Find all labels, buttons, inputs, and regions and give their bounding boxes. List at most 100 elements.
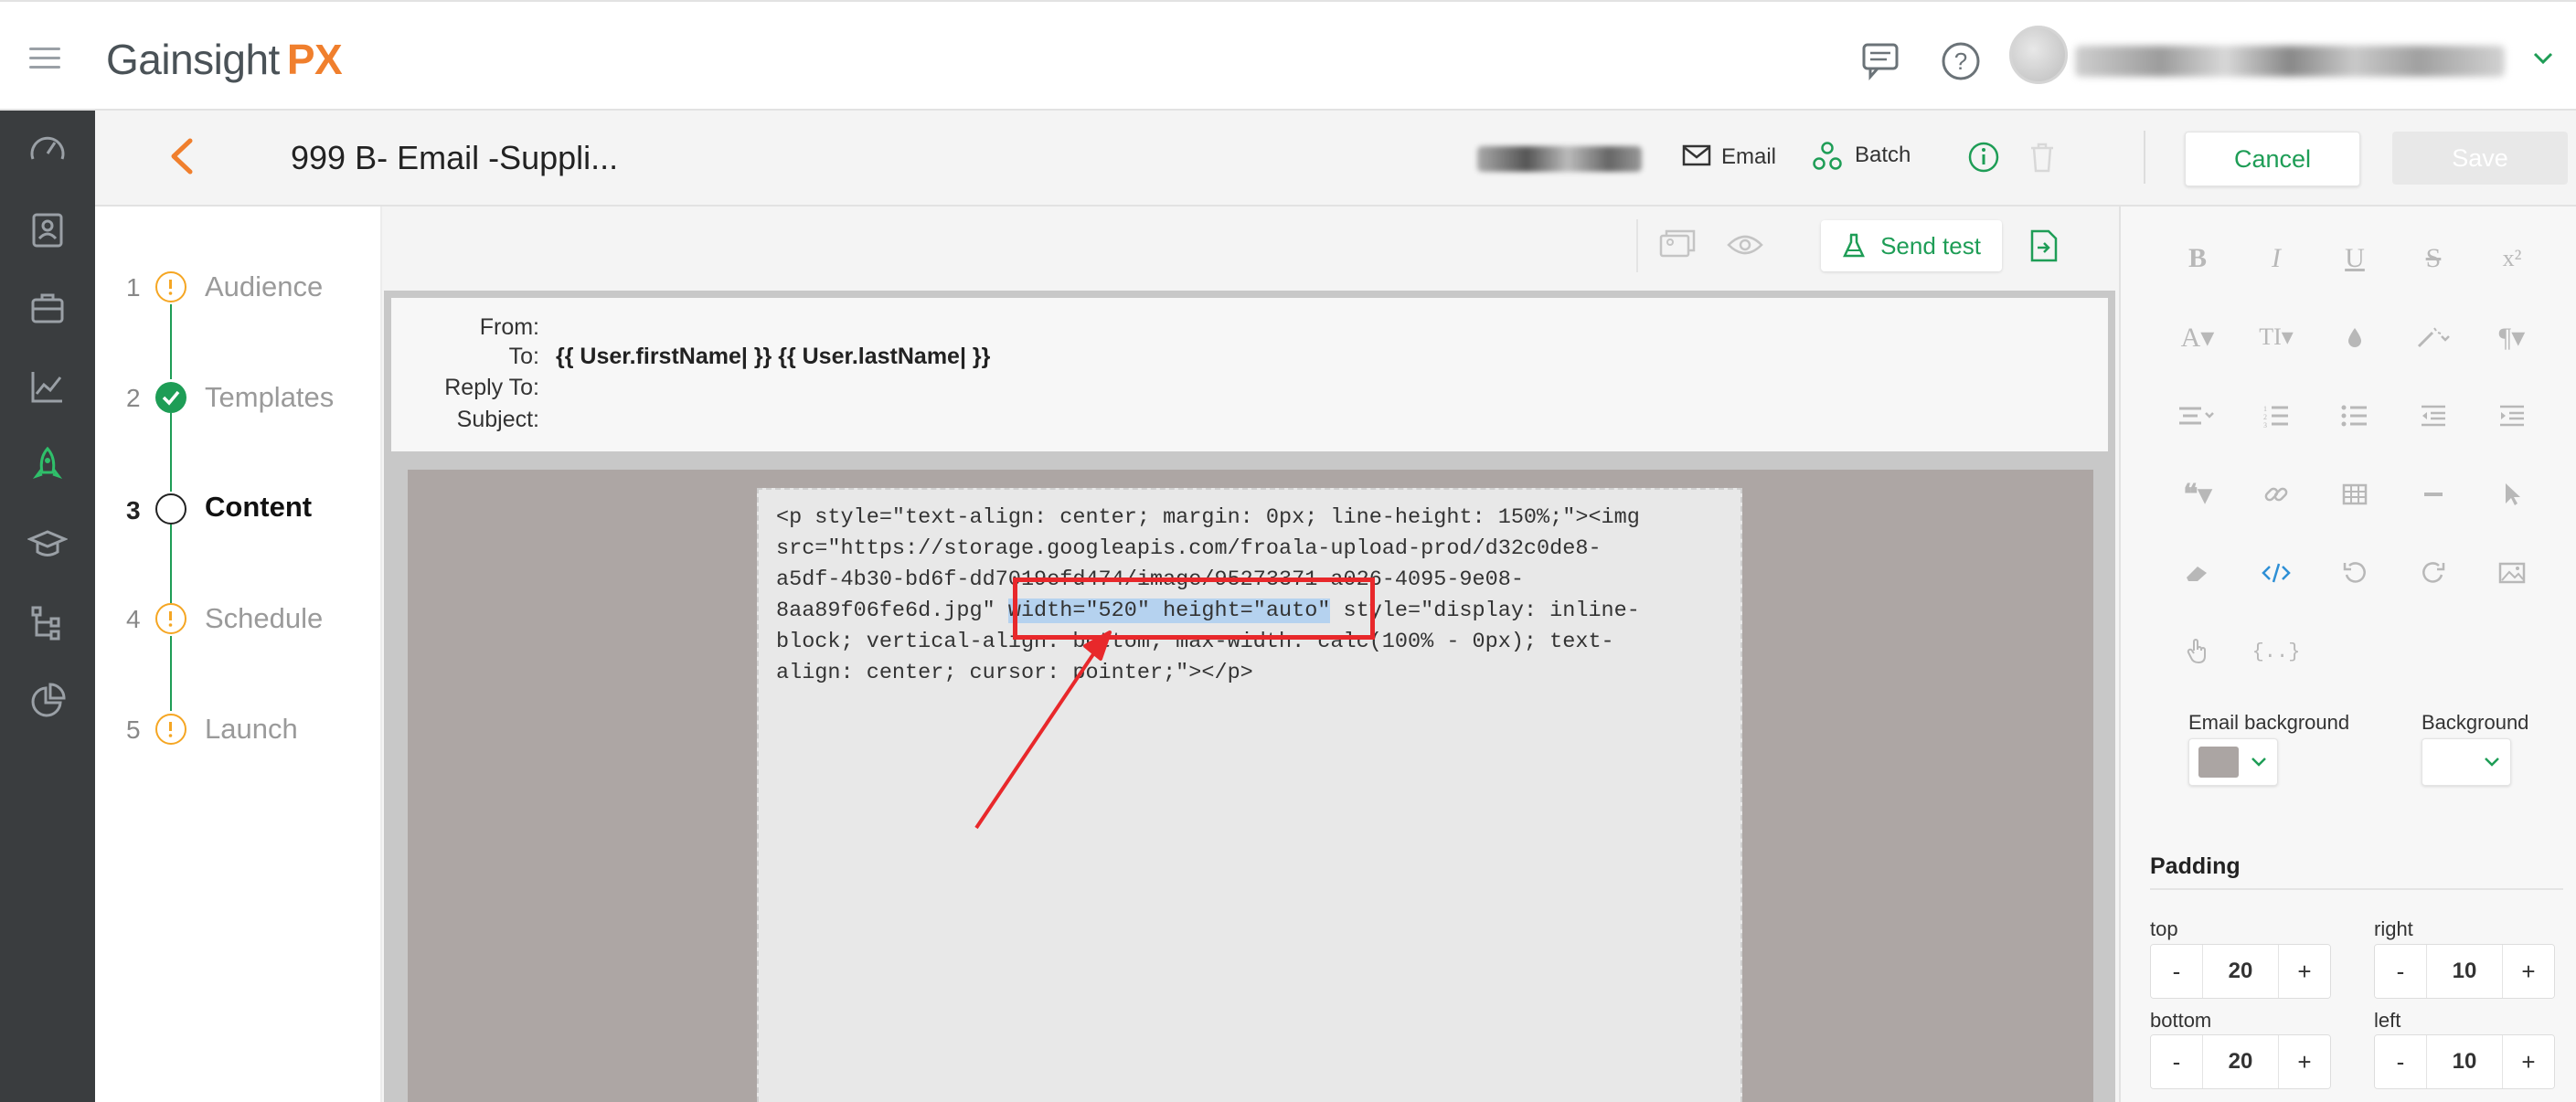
user-name-blurred[interactable]	[2075, 46, 2505, 77]
increment-button[interactable]: +	[2503, 945, 2554, 998]
hand-pointer-icon[interactable]	[2170, 629, 2225, 674]
decrement-button[interactable]: -	[2375, 945, 2426, 998]
horizontal-line-icon[interactable]	[2406, 472, 2461, 517]
chevron-down-icon	[2485, 758, 2499, 767]
indent-icon[interactable]	[2485, 393, 2539, 439]
batch-label: Batch	[1855, 143, 1911, 167]
back-arrow-icon[interactable]	[163, 133, 199, 184]
decrement-button[interactable]: -	[2151, 945, 2202, 998]
paragraph-icon[interactable]: ¶▾	[2485, 314, 2539, 360]
font-color-icon[interactable]: A▾	[2170, 314, 2225, 360]
email-background-picker[interactable]	[2188, 738, 2278, 786]
chat-icon[interactable]	[1861, 40, 1903, 82]
bold-icon[interactable]: B	[2170, 236, 2225, 281]
merge-tags-icon[interactable]: {..}	[2249, 629, 2304, 674]
eraser-icon[interactable]	[2170, 550, 2225, 596]
step-number: 5	[126, 715, 141, 744]
save-button[interactable]: Save	[2392, 132, 2568, 185]
email-headers	[391, 298, 2108, 451]
cursor-pointer-icon[interactable]	[2485, 472, 2539, 517]
font-size-icon[interactable]: TI▾	[2249, 314, 2304, 360]
redo-icon[interactable]	[2406, 550, 2461, 596]
steps-panel	[95, 207, 382, 1102]
contacts-icon[interactable]	[20, 202, 75, 257]
page-title: 999 B- Email -Suppli...	[291, 139, 619, 176]
rocket-icon[interactable]	[20, 438, 75, 493]
undo-icon[interactable]	[2327, 550, 2382, 596]
chevron-down-icon[interactable]	[2532, 44, 2554, 75]
increment-button[interactable]: +	[2503, 1035, 2554, 1088]
code-text: style="display: inline-	[1330, 599, 1640, 623]
padding-right-input[interactable]: 10	[2426, 945, 2503, 998]
step-number: 4	[126, 605, 141, 633]
dashboard-gauge-icon[interactable]	[20, 122, 75, 177]
step-audience[interactable]: Audience	[205, 270, 323, 303]
step-number: 2	[126, 384, 141, 412]
export-file-icon[interactable]	[2028, 228, 2060, 268]
padding-right-stepper: - 10 +	[2374, 944, 2555, 999]
briefcase-icon[interactable]	[20, 281, 75, 335]
annotation-arrow	[974, 630, 1112, 830]
background-color-drop-icon[interactable]	[2327, 314, 2382, 360]
preview-eye-icon[interactable]	[1727, 232, 1763, 262]
current-step-circle-icon	[155, 493, 186, 525]
decrement-button[interactable]: -	[2375, 1035, 2426, 1088]
italic-icon[interactable]: I	[2249, 236, 2304, 281]
subject-label: Subject:	[456, 407, 539, 432]
help-icon[interactable]: ?	[1940, 40, 1982, 82]
to-label: To:	[508, 344, 539, 369]
cancel-button[interactable]: Cancel	[2185, 132, 2360, 186]
hierarchy-icon[interactable]	[20, 595, 75, 650]
padding-left-input[interactable]: 10	[2426, 1035, 2503, 1088]
increment-button[interactable]: +	[2279, 945, 2330, 998]
step-launch[interactable]: Launch	[205, 713, 298, 746]
magic-wand-icon[interactable]	[2406, 314, 2461, 360]
padding-bottom-input[interactable]: 20	[2202, 1035, 2279, 1088]
quote-icon[interactable]: ❝▾	[2170, 472, 2225, 517]
table-icon[interactable]	[2327, 472, 2382, 517]
align-icon[interactable]	[2170, 393, 2225, 439]
analytics-chart-icon[interactable]	[20, 359, 75, 414]
step-connector	[170, 636, 172, 711]
step-number: 3	[126, 496, 141, 525]
envelope-icon	[1682, 144, 1711, 171]
link-icon[interactable]	[2249, 472, 2304, 517]
avatar[interactable]	[2009, 26, 2068, 84]
increment-button[interactable]: +	[2279, 1035, 2330, 1088]
background-picker[interactable]	[2422, 738, 2511, 786]
pie-chart-icon[interactable]	[20, 673, 75, 728]
info-icon[interactable]	[1967, 141, 2000, 178]
step-templates[interactable]: Templates	[205, 381, 334, 414]
color-swatch	[2198, 747, 2239, 778]
code-line: src="https://storage.googleapis.com/froa…	[776, 536, 1602, 561]
unordered-list-icon[interactable]	[2327, 393, 2382, 439]
gainsight-logo: Gainsight PX	[106, 36, 343, 83]
strikethrough-icon[interactable]: S	[2406, 236, 2461, 281]
graduation-cap-icon[interactable]	[20, 516, 75, 571]
step-connector	[170, 304, 172, 379]
padding-top-input[interactable]: 20	[2202, 945, 2279, 998]
ordered-list-icon[interactable]: 123	[2249, 393, 2304, 439]
trash-icon[interactable]	[2028, 141, 2057, 178]
code-view-icon[interactable]	[2249, 550, 2304, 596]
svg-text:1: 1	[2263, 405, 2267, 413]
image-icon[interactable]	[2485, 550, 2539, 596]
svg-text:3: 3	[2263, 421, 2267, 428]
gallery-icon[interactable]	[1659, 228, 1698, 264]
step-connector	[170, 413, 172, 492]
reply-to-label: Reply To:	[444, 375, 539, 400]
step-schedule[interactable]: Schedule	[205, 602, 323, 635]
batch-icon	[1812, 141, 1843, 176]
superscript-icon[interactable]: x²	[2485, 236, 2539, 281]
step-number: 1	[126, 273, 141, 302]
svg-text:2: 2	[2263, 413, 2267, 421]
hamburger-menu-icon[interactable]	[29, 48, 60, 75]
padding-bottom-stepper: - 20 +	[2150, 1034, 2331, 1089]
decrement-button[interactable]: -	[2151, 1035, 2202, 1088]
send-test-button[interactable]: Send test	[1821, 220, 2002, 271]
padding-bottom-label: bottom	[2150, 1009, 2212, 1032]
step-content[interactable]: Content	[205, 491, 312, 524]
outdent-icon[interactable]	[2406, 393, 2461, 439]
underline-icon[interactable]: U	[2327, 236, 2382, 281]
flask-icon	[1843, 233, 1866, 258]
